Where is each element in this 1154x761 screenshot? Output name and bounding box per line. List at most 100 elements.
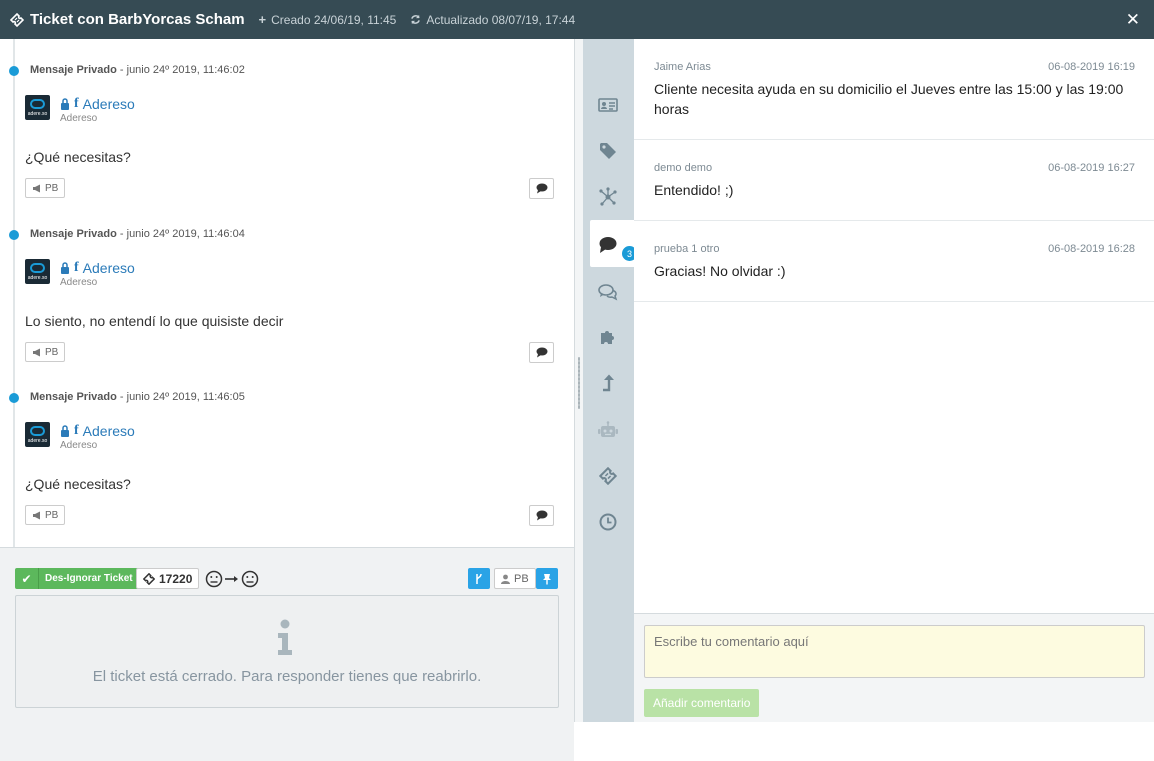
- pb-assign-label: PB: [514, 572, 529, 585]
- facebook-icon: f: [74, 423, 79, 438]
- tab-comments[interactable]: 3: [595, 232, 637, 261]
- tab-conversations[interactable]: [595, 279, 621, 305]
- unignore-label: Des-Ignorar Ticket: [39, 568, 139, 589]
- ticket-header: Ticket con BarbYorcas Scham + Creado 24/…: [0, 0, 1154, 39]
- message-type: Mensaje Privado: [30, 228, 117, 240]
- separator: -: [119, 391, 127, 403]
- separator: -: [119, 64, 127, 76]
- comment-item: Jaime Arias 06-08-2019 16:19 Cliente nec…: [634, 39, 1154, 140]
- updated-info: Actualizado 08/07/19, 17:44: [410, 13, 575, 27]
- author-name: Adereso: [82, 423, 135, 439]
- author-name: Adereso: [82, 96, 135, 112]
- message-text: Lo siento, no entendí lo que quisiste de…: [25, 313, 284, 329]
- comment-text: Entendido! ;): [654, 182, 734, 198]
- info-icon: [278, 619, 292, 655]
- pb-tag-label: PB: [45, 346, 59, 358]
- tab-escalate[interactable]: [595, 370, 621, 396]
- pb-tag-label: PB: [45, 182, 59, 194]
- neutral-face-icon: [241, 570, 259, 587]
- tab-tags[interactable]: [595, 138, 621, 164]
- level-up-icon: [603, 374, 614, 392]
- message-header: Mensaje Privado - junio 24º 2019, 11:46:…: [30, 228, 245, 240]
- message-author[interactable]: f Adereso: [60, 423, 135, 439]
- bullhorn-icon: [33, 184, 40, 192]
- comment-date: 06-08-2019 16:19: [1048, 61, 1135, 73]
- pb-tag-button[interactable]: PB: [25, 505, 66, 525]
- author-subtitle: Adereso: [60, 440, 98, 451]
- ticket-number: 17220: [136, 568, 200, 589]
- ticket-actions: ✔ Des-Ignorar Ticket 17220 PB El ticket …: [0, 547, 574, 761]
- ticket-number-text: 17220: [159, 571, 193, 586]
- message-header: Mensaje Privado - junio 24º 2019, 11:46:…: [30, 64, 245, 76]
- facebook-icon: f: [74, 96, 79, 111]
- sentiment-change: [205, 568, 259, 589]
- comment-button[interactable]: [529, 342, 554, 363]
- comment-icon: [599, 237, 617, 253]
- network-icon: [599, 187, 617, 206]
- ticket-icon: [143, 572, 155, 585]
- message-date: junio 24º 2019, 11:46:02: [126, 64, 245, 76]
- message-author[interactable]: f Adereso: [60, 96, 135, 112]
- ticket-icon: [599, 467, 617, 485]
- message-type: Mensaje Privado: [30, 391, 117, 403]
- pb-assign-button[interactable]: PB: [494, 568, 536, 589]
- message-type: Mensaje Privado: [30, 64, 117, 76]
- tab-bot[interactable]: [595, 417, 621, 443]
- comment-item: demo demo 06-08-2019 16:27 Entendido! ;): [634, 140, 1154, 221]
- pin-icon: [542, 573, 551, 584]
- bullhorn-icon: [33, 511, 40, 519]
- conversation-panel: Mensaje Privado - junio 24º 2019, 11:46:…: [0, 39, 575, 761]
- comment-author: demo demo: [654, 162, 713, 174]
- message-header: Mensaje Privado - junio 24º 2019, 11:46:…: [30, 391, 245, 403]
- message-text: ¿Qué necesitas?: [25, 149, 131, 165]
- pb-tag-button[interactable]: PB: [25, 178, 66, 198]
- side-icon-bar: 3: [583, 39, 637, 722]
- message-date: junio 24º 2019, 11:46:05: [126, 391, 245, 403]
- close-icon: ✕: [1125, 10, 1140, 29]
- closed-ticket-notice: El ticket está cerrado. Para responder t…: [15, 595, 559, 708]
- tag-icon: [600, 143, 616, 159]
- comments-panel: Jaime Arias 06-08-2019 16:19 Cliente nec…: [634, 39, 1154, 722]
- timeline-dot: [9, 66, 19, 76]
- tab-network[interactable]: [595, 184, 621, 210]
- closed-ticket-message: El ticket está cerrado. Para responder t…: [92, 668, 482, 685]
- pin-button[interactable]: [535, 568, 558, 589]
- tab-history[interactable]: [595, 509, 621, 535]
- tab-tickets[interactable]: [595, 463, 621, 489]
- neutral-face-icon: [205, 570, 223, 587]
- ticket-title: Ticket con BarbYorcas Scham: [10, 11, 245, 28]
- message-author[interactable]: f Adereso: [60, 260, 135, 276]
- comment-button[interactable]: [529, 178, 554, 199]
- comment-input[interactable]: [644, 625, 1145, 678]
- close-button[interactable]: ✕: [1126, 11, 1140, 28]
- comment-date: 06-08-2019 16:27: [1048, 162, 1135, 174]
- comment-author: prueba 1 otro: [654, 243, 720, 255]
- drag-handle[interactable]: [578, 357, 580, 409]
- tab-contact-card[interactable]: [595, 92, 621, 118]
- avatar: adere.so: [25, 95, 50, 120]
- author-subtitle: Adereso: [60, 113, 98, 124]
- arrow-right-icon: [225, 575, 238, 582]
- comment-text: Gracias! No olvidar :): [654, 263, 786, 279]
- puzzle-icon: [601, 331, 614, 344]
- comment-icon: [536, 510, 547, 521]
- comment-icon: [536, 347, 547, 358]
- comment-icon: [536, 183, 547, 194]
- avatar: adere.so: [25, 422, 50, 447]
- updated-text: Actualizado 08/07/19, 17:44: [426, 12, 576, 27]
- author-name: Adereso: [82, 260, 135, 276]
- add-comment-button[interactable]: Añadir comentario: [644, 689, 760, 717]
- panel-splitter[interactable]: [575, 39, 583, 722]
- lock-icon: [61, 425, 69, 437]
- branch-button[interactable]: [468, 568, 490, 589]
- branch-icon: [476, 573, 482, 584]
- comment-button[interactable]: [529, 505, 554, 526]
- unignore-ticket-button[interactable]: ✔ Des-Ignorar Ticket: [15, 568, 139, 589]
- created-info: + Creado 24/06/19, 11:45: [259, 12, 397, 27]
- author-subtitle: Adereso: [60, 277, 98, 288]
- tab-integrations[interactable]: [595, 324, 621, 350]
- pb-tag-button[interactable]: PB: [25, 342, 66, 362]
- comment-date: 06-08-2019 16:28: [1048, 243, 1135, 255]
- comment-item: prueba 1 otro 06-08-2019 16:28 Gracias! …: [634, 221, 1154, 302]
- timeline-line: [13, 39, 15, 549]
